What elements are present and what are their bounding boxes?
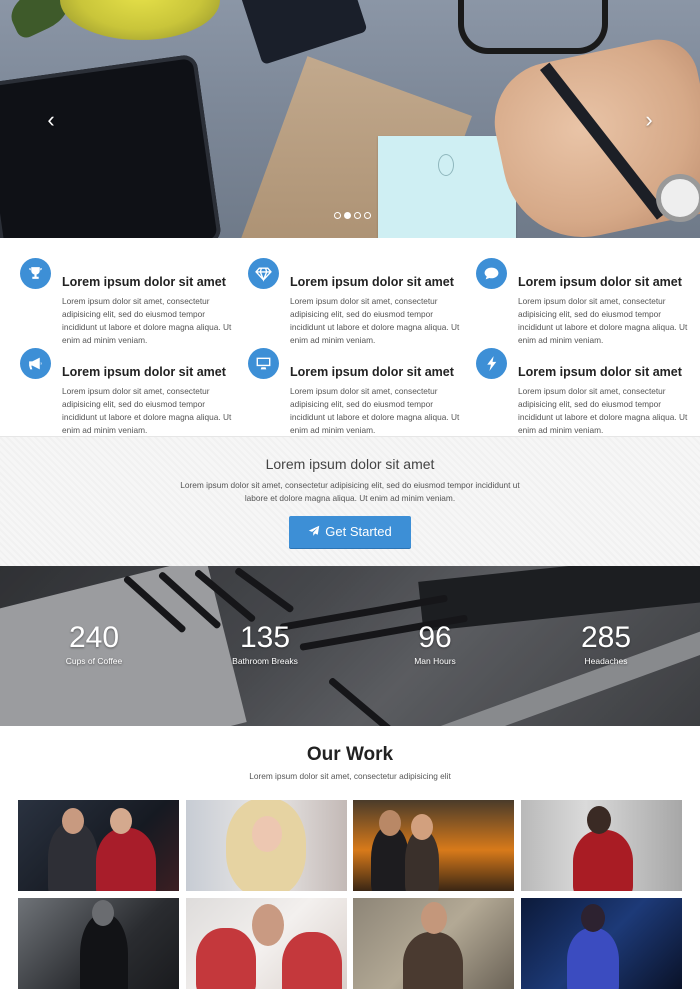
portfolio-figure [252, 904, 284, 946]
bullhorn-icon [20, 348, 51, 379]
desktop-icon [248, 348, 279, 379]
portfolio-figure [92, 900, 114, 926]
stat-number: 285 [580, 621, 632, 654]
portfolio-figure [403, 932, 463, 989]
card-seal-image [438, 154, 454, 176]
stat-number: 240 [68, 621, 120, 654]
get-started-label: Get Started [325, 524, 392, 539]
portfolio-item-5[interactable] [18, 898, 179, 989]
plant-pot-image [60, 0, 220, 40]
hero-slider: ‹ › [0, 0, 700, 238]
stats-section: 240 Cups of Coffee 135 Bathroom Breaks 9… [0, 566, 700, 726]
feature-text: Lorem ipsum dolor sit amet, consectetur … [518, 296, 688, 345]
feature-title: Lorem ipsum dolor sit amet [62, 275, 226, 289]
portfolio-item-7[interactable] [353, 898, 514, 989]
portfolio-figure [110, 808, 132, 834]
portfolio-figure [282, 932, 342, 989]
cta-text: Lorem ipsum dolor sit amet, consectetur … [180, 480, 520, 503]
stat-label: Man Hours [414, 656, 456, 666]
stat-bathroom-breaks: 135 Bathroom Breaks [195, 621, 335, 667]
portfolio-item-2[interactable] [186, 800, 347, 891]
cta-title: Lorem ipsum dolor sit amet [265, 456, 435, 472]
portfolio-item-8[interactable] [521, 898, 682, 989]
feature-title: Lorem ipsum dolor sit amet [290, 275, 454, 289]
our-work-section: Our Work Lorem ipsum dolor sit amet, con… [0, 726, 700, 1006]
card-image [378, 136, 516, 238]
feature-title: Lorem ipsum dolor sit amet [518, 275, 682, 289]
stat-number: 135 [239, 621, 291, 654]
portfolio-figure [62, 808, 84, 834]
stat-headaches: 285 Headaches [536, 621, 676, 667]
watch-image [656, 174, 700, 222]
stat-label: Cups of Coffee [65, 656, 123, 666]
portfolio-figure [252, 816, 282, 852]
section-subtitle: Lorem ipsum dolor sit amet, consectetur … [249, 771, 451, 781]
portfolio-figure [96, 828, 156, 891]
stat-label: Headaches [584, 656, 628, 666]
feature-text: Lorem ipsum dolor sit amet, consectetur … [62, 296, 232, 345]
slider-dot-3[interactable] [354, 212, 361, 219]
portfolio-figure [196, 928, 256, 989]
stat-man-hours: 96 Man Hours [365, 621, 505, 667]
portfolio-figure [573, 830, 633, 891]
feature-title: Lorem ipsum dolor sit amet [62, 365, 226, 379]
trophy-icon [20, 258, 51, 289]
portfolio-figure [379, 810, 401, 836]
portfolio-item-4[interactable] [521, 800, 682, 891]
feature-text: Lorem ipsum dolor sit amet, consectetur … [62, 386, 232, 435]
phone-image [238, 0, 368, 66]
portfolio-figure [567, 928, 619, 989]
feature-text: Lorem ipsum dolor sit amet, consectetur … [290, 386, 460, 435]
feature-text: Lorem ipsum dolor sit amet, consectetur … [518, 386, 688, 435]
portfolio-figure [421, 902, 447, 934]
portfolio-figure [411, 814, 433, 840]
get-started-button[interactable]: Get Started [289, 516, 411, 548]
portfolio-figure [581, 904, 605, 932]
slider-indicators [334, 212, 371, 219]
comment-icon [476, 258, 507, 289]
slider-prev-icon[interactable]: ‹ [42, 108, 60, 132]
portfolio-item-1[interactable] [18, 800, 179, 891]
stat-cups-of-coffee: 240 Cups of Coffee [24, 621, 164, 667]
slider-dot-4[interactable] [364, 212, 371, 219]
portfolio-figure [587, 806, 611, 834]
slider-dot-2[interactable] [344, 212, 351, 219]
call-to-action-section: Lorem ipsum dolor sit amet Lorem ipsum d… [0, 436, 700, 566]
section-title: Our Work [306, 744, 394, 765]
bolt-icon [476, 348, 507, 379]
glasses-image [458, 0, 608, 54]
diamond-icon [248, 258, 279, 289]
stat-label: Bathroom Breaks [232, 656, 298, 666]
portfolio-item-6[interactable] [186, 898, 347, 989]
paper-plane-icon [308, 516, 320, 548]
stat-number: 96 [418, 621, 452, 654]
feature-text: Lorem ipsum dolor sit amet, consectetur … [290, 296, 460, 345]
tablet-image [0, 53, 223, 238]
feature-title: Lorem ipsum dolor sit amet [518, 365, 682, 379]
slider-dot-1[interactable] [334, 212, 341, 219]
portfolio-item-3[interactable] [353, 800, 514, 891]
slider-next-icon[interactable]: › [640, 108, 658, 132]
feature-title: Lorem ipsum dolor sit amet [290, 365, 454, 379]
features-section: Lorem ipsum dolor sit amet Lorem ipsum d… [0, 238, 700, 436]
